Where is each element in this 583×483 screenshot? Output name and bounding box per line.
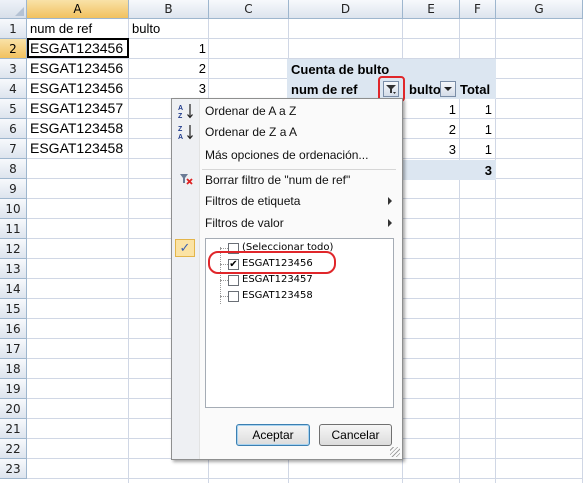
row-header-8[interactable]: 8 (0, 159, 27, 179)
pivot-cell-f6: 1 (484, 122, 492, 137)
filter-list-item[interactable]: ESGAT123457 (242, 272, 313, 288)
cell-b1[interactable]: bulto (132, 19, 160, 38)
highlight-selected-item (208, 251, 336, 274)
row-header-23[interactable]: 23 (0, 459, 27, 479)
checkmark-icon: ✓ (175, 239, 195, 257)
menu-sort-za[interactable]: Ordenar de Z a A (205, 122, 297, 142)
row-header-10[interactable]: 10 (0, 199, 27, 219)
cell-b3[interactable]: 2 (150, 59, 206, 78)
row-header-5[interactable]: 5 (0, 99, 27, 119)
checkbox[interactable] (228, 275, 239, 286)
cell-a5[interactable]: ESGAT123457 (30, 99, 123, 118)
select-all-corner[interactable] (0, 0, 27, 19)
row-header-4[interactable]: 4 (0, 79, 27, 99)
row-header-21[interactable]: 21 (0, 419, 27, 439)
pivot-cell-e6: 2 (448, 122, 456, 137)
row-header-1[interactable]: 1 (0, 19, 27, 39)
column-header-f[interactable]: F (460, 0, 496, 19)
cell-a4[interactable]: ESGAT123456 (30, 79, 123, 98)
row-header-19[interactable]: 19 (0, 379, 27, 399)
pivot-total-header: Total (460, 82, 491, 97)
cell-a6[interactable]: ESGAT123458 (30, 119, 123, 138)
svg-text:A: A (178, 105, 183, 112)
active-cell-border (27, 38, 129, 58)
cell-b4[interactable]: 3 (150, 79, 206, 98)
resize-grip[interactable] (390, 447, 400, 457)
chevron-right-icon (388, 197, 392, 205)
cell-a7[interactable]: ESGAT123458 (30, 139, 123, 158)
row-header-7[interactable]: 7 (0, 139, 27, 159)
pivot-cell-f5: 1 (484, 102, 492, 117)
menu-value-filters[interactable]: Filtros de valor (205, 213, 284, 233)
menu-more-sort-options[interactable]: Más opciones de ordenación... (205, 145, 368, 165)
filter-list-item[interactable]: ESGAT123458 (242, 288, 313, 304)
row-header-16[interactable]: 16 (0, 319, 27, 339)
column-header-e[interactable]: E (403, 0, 460, 19)
row-header-2[interactable]: 2 (0, 39, 27, 59)
row-header-22[interactable]: 22 (0, 439, 27, 459)
row-header-3[interactable]: 3 (0, 59, 27, 79)
pivot-cell-e7: 3 (448, 142, 456, 157)
row-header-17[interactable]: 17 (0, 339, 27, 359)
ok-button[interactable]: Aceptar (236, 424, 310, 446)
tree-line (220, 296, 228, 297)
chevron-down-icon (444, 87, 452, 91)
checkbox[interactable] (228, 291, 239, 302)
menu-clear-filter[interactable]: Borrar filtro de "num de ref" (205, 170, 350, 190)
column-header-g[interactable]: G (496, 0, 583, 19)
column-header-d[interactable]: D (289, 0, 403, 19)
row-header-13[interactable]: 13 (0, 259, 27, 279)
column-header-c[interactable]: C (209, 0, 289, 19)
grid-line (27, 478, 583, 479)
menu-sort-az[interactable]: Ordenar de A a Z (205, 101, 296, 121)
pivot-grand-total: 3 (484, 163, 492, 178)
cell-a3[interactable]: ESGAT123456 (30, 59, 123, 78)
svg-text:Z: Z (178, 113, 183, 120)
pivot-col-header[interactable]: bulto (409, 80, 441, 99)
menu-label-filters[interactable]: Filtros de etiqueta (205, 191, 300, 211)
sort-descending-icon: ZA (177, 123, 195, 141)
cell-b2[interactable]: 1 (150, 39, 206, 58)
chevron-right-icon (388, 219, 392, 227)
col-filter-dropdown-button[interactable] (440, 81, 456, 97)
clear-filter-icon (177, 170, 195, 188)
grid-line (128, 19, 129, 483)
pivot-cell-f7: 1 (484, 142, 492, 157)
pivot-title: Cuenta de bulto (291, 62, 390, 77)
cancel-button[interactable]: Cancelar (319, 424, 392, 446)
svg-text:Z: Z (178, 126, 183, 133)
tree-line (220, 280, 228, 281)
cell-a1[interactable]: num de ref (30, 19, 92, 38)
row-header-15[interactable]: 15 (0, 299, 27, 319)
sort-ascending-icon: AZ (177, 102, 195, 120)
autofilter-menu[interactable]: AZ Ordenar de A a Z ZA Ordenar de Z a A … (171, 98, 403, 460)
row-header-6[interactable]: 6 (0, 119, 27, 139)
row-header-11[interactable]: 11 (0, 219, 27, 239)
pivot-cell-e5: 1 (448, 102, 456, 117)
row-header-20[interactable]: 20 (0, 399, 27, 419)
column-header-a[interactable]: A (27, 0, 129, 19)
pivot-row-header[interactable]: num de ref (291, 80, 357, 99)
tree-line (220, 248, 228, 249)
row-header-9[interactable]: 9 (0, 179, 27, 199)
row-header-18[interactable]: 18 (0, 359, 27, 379)
row-header-12[interactable]: 12 (0, 239, 27, 259)
row-header-14[interactable]: 14 (0, 279, 27, 299)
svg-text:A: A (178, 134, 183, 141)
menu-icon-gutter (172, 99, 200, 459)
column-header-b[interactable]: B (129, 0, 209, 19)
